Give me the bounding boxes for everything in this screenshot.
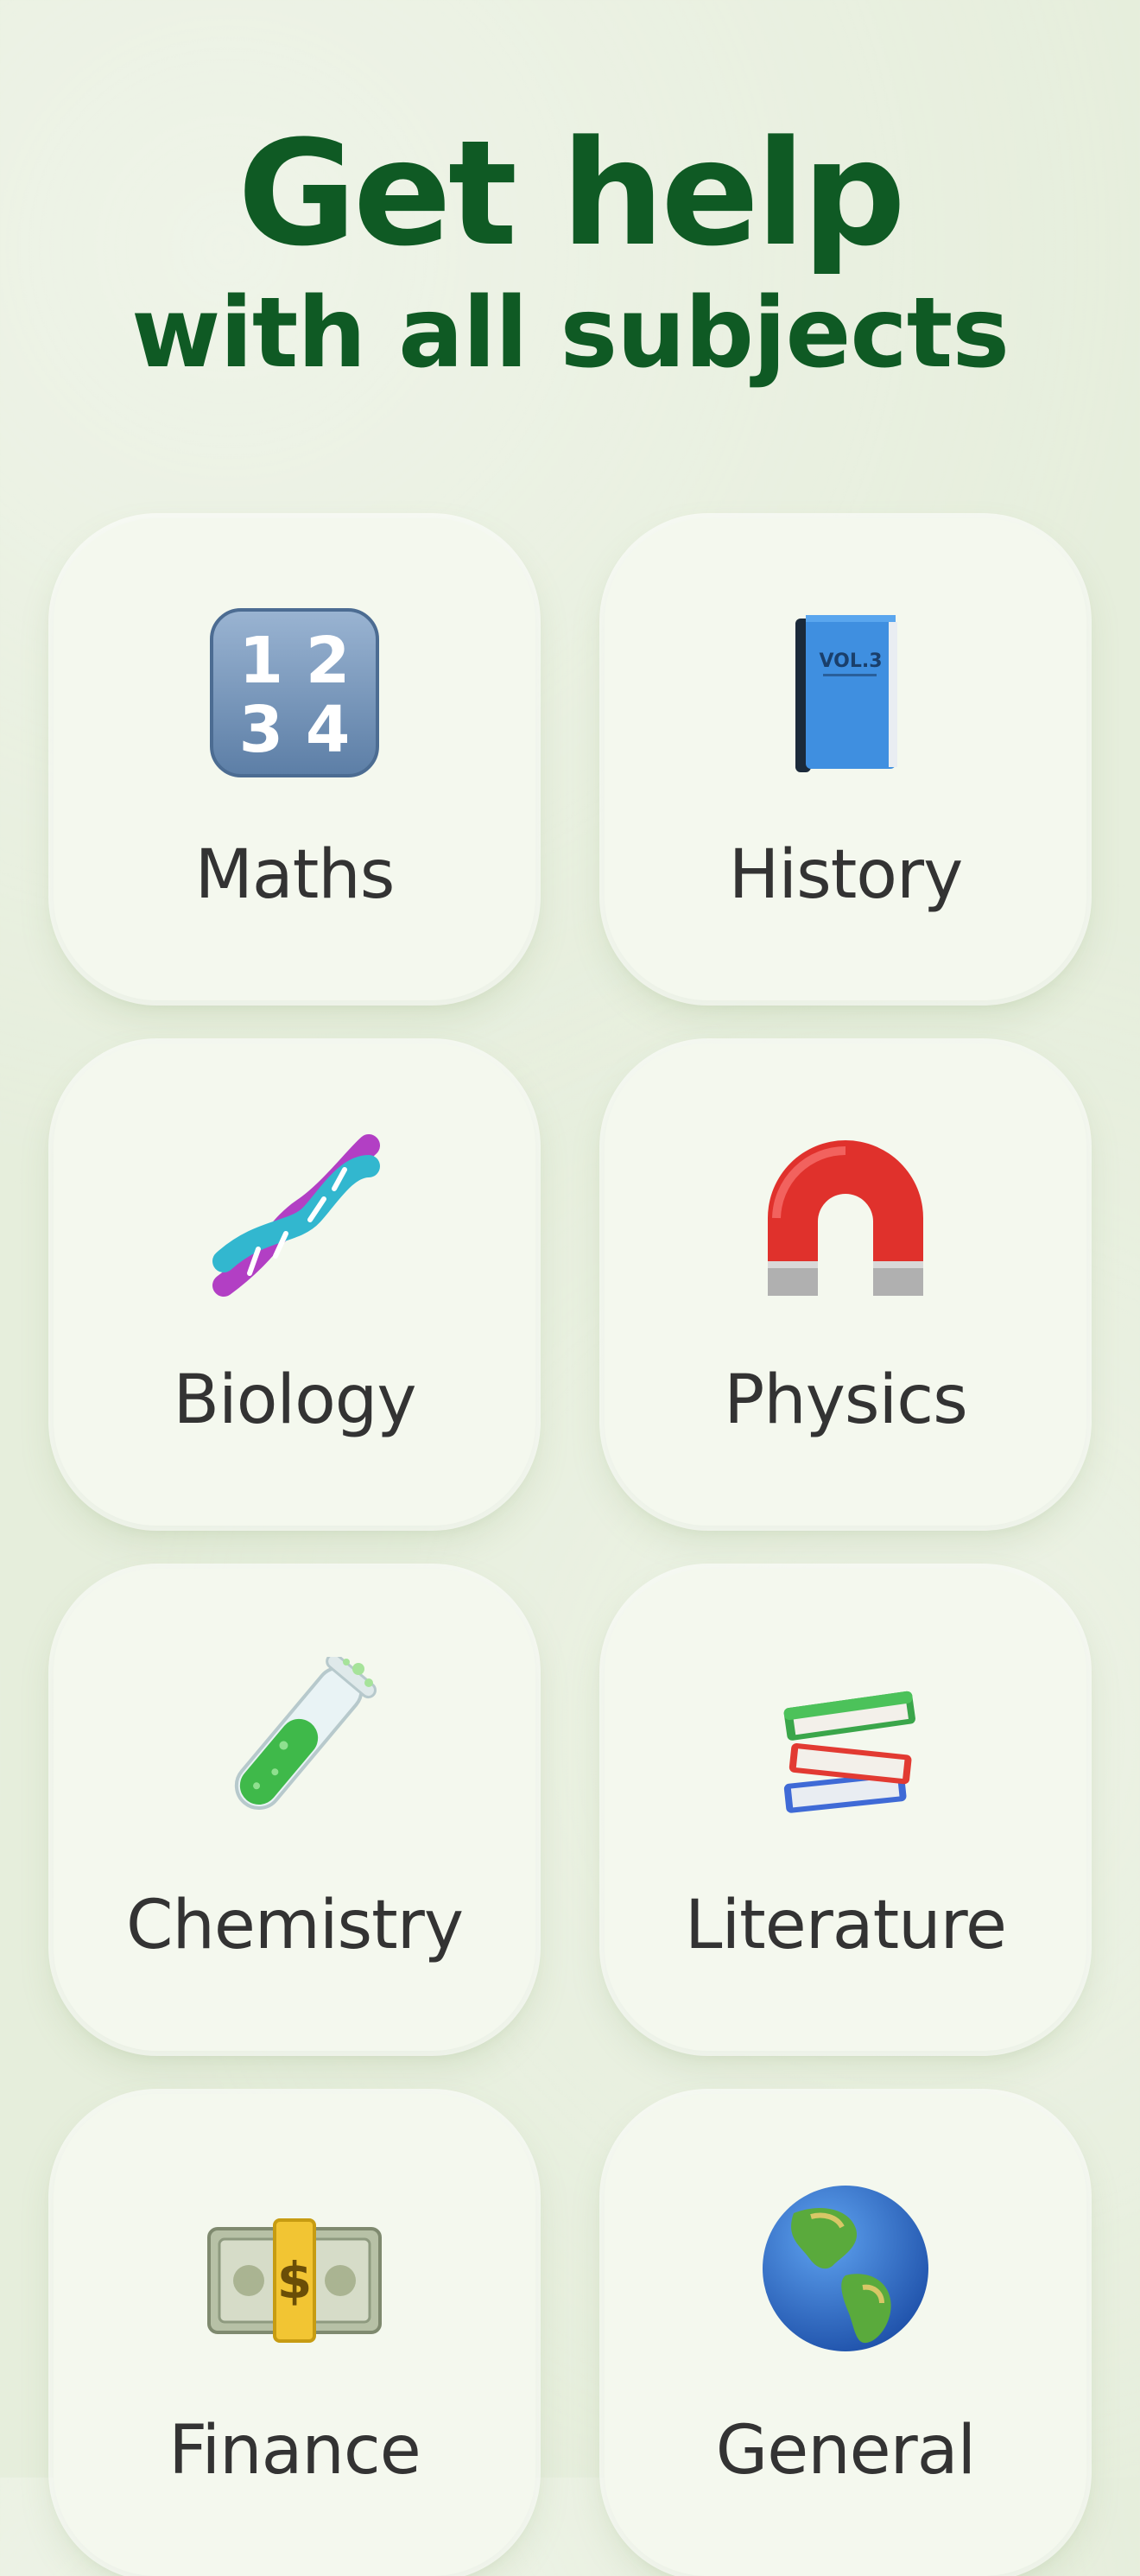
subject-label: Maths bbox=[194, 836, 396, 914]
page-title: Get help bbox=[237, 109, 906, 278]
subjects-grid: 1 2 3 4 Maths VOL.3 History Biology Phys… bbox=[54, 518, 1086, 2576]
page-subtitle: with all subjects bbox=[131, 277, 1010, 390]
svg-text:3 4: 3 4 bbox=[239, 693, 351, 767]
subject-label: General bbox=[715, 2412, 976, 2490]
book-icon-text: VOL.3 bbox=[819, 650, 882, 672]
dna-icon bbox=[54, 1123, 535, 1313]
subject-card-chemistry[interactable]: Chemistry bbox=[54, 1569, 535, 2051]
magnet-icon bbox=[605, 1123, 1086, 1313]
numbers-1234-icon: 1 2 3 4 bbox=[54, 598, 535, 788]
subject-label: Physics bbox=[724, 1361, 967, 1439]
test-tube-icon bbox=[54, 1648, 535, 1838]
money-stack-icon: $ bbox=[54, 2173, 535, 2363]
page-header: Get help with all subjects bbox=[0, 121, 1140, 382]
books-stack-icon bbox=[605, 1648, 1086, 1838]
subject-card-history[interactable]: VOL.3 History bbox=[605, 518, 1086, 1000]
svg-text:1 2: 1 2 bbox=[239, 624, 351, 698]
subject-label: Literature bbox=[685, 1887, 1007, 1964]
subject-card-finance[interactable]: $ Finance bbox=[54, 2094, 535, 2576]
subject-label: Biology bbox=[173, 1361, 417, 1439]
subject-card-physics[interactable]: Physics bbox=[605, 1044, 1086, 1526]
subject-card-general[interactable]: General bbox=[605, 2094, 1086, 2576]
globe-icon bbox=[605, 2173, 1086, 2363]
subject-card-literature[interactable]: Literature bbox=[605, 1569, 1086, 2051]
subject-card-biology[interactable]: Biology bbox=[54, 1044, 535, 1526]
dollar-sign-text: $ bbox=[277, 2251, 312, 2310]
subject-card-maths[interactable]: 1 2 3 4 Maths bbox=[54, 518, 535, 1000]
subject-label: Finance bbox=[168, 2412, 421, 2490]
blue-book-icon: VOL.3 bbox=[605, 598, 1086, 788]
subject-label: History bbox=[728, 836, 964, 914]
subject-label: Chemistry bbox=[126, 1887, 464, 1964]
